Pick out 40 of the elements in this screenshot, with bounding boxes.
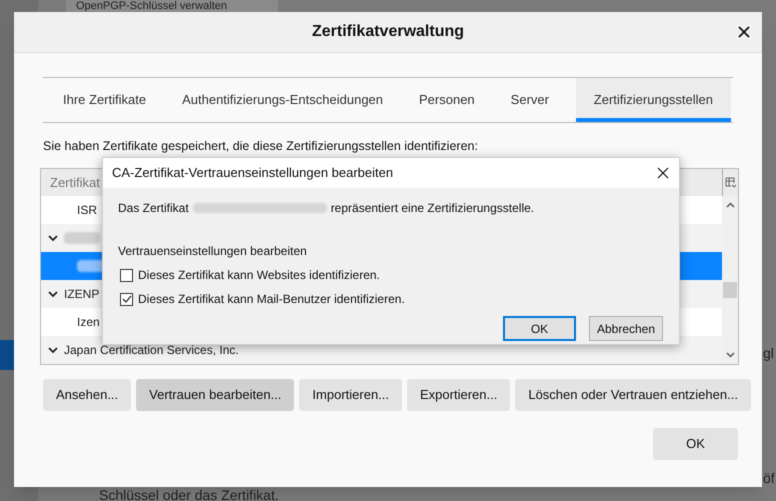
tab[interactable]: Ihre Zertifikate [45, 78, 164, 122]
background-highlight [0, 340, 14, 370]
tree-label: IZENP [64, 286, 100, 303]
tree-label: Japan Certification Services, Inc. [64, 342, 239, 359]
dialog-title: CA-Zertifikat-Vertrauenseinstellungen bearbeiten [112, 164, 394, 182]
checkbox-label[interactable]: Dieses Zertifikat kann Mail-Benutzer identifizieren. [138, 290, 405, 308]
scroll-down-icon[interactable] [726, 352, 734, 358]
tree-label: Izen [77, 314, 100, 331]
checkbox[interactable] [120, 292, 133, 306]
chevron-down-icon[interactable] [48, 290, 58, 298]
tree-label: ISR [77, 202, 98, 219]
close-icon[interactable] [738, 26, 750, 38]
ok-button[interactable]: OK [653, 428, 738, 460]
cancel-button[interactable]: Abbrechen [589, 316, 663, 341]
background-text: gl [763, 344, 774, 363]
message-text: Das Zertifikat [118, 200, 189, 217]
background-text: öf [763, 469, 775, 488]
action-button[interactable]: Importieren... [299, 379, 402, 411]
section-label: Vertrauenseinstellungen bearbeiten [118, 243, 308, 260]
ok-button[interactable]: OK [503, 316, 576, 341]
chevron-down-icon[interactable] [48, 346, 58, 354]
scroll-up-icon[interactable] [726, 202, 734, 208]
close-icon[interactable] [657, 167, 669, 179]
description-text: Sie haben Zertifikate gespeichert, die diese Zertifizierungsstellen identifizieren: [43, 139, 479, 154]
chevron-down-icon[interactable] [48, 234, 58, 242]
checkbox[interactable] [120, 268, 133, 282]
background-text: Schlüssel oder das Zertifikat. [99, 486, 279, 501]
scrollbar-thumb[interactable] [723, 282, 737, 298]
action-button[interactable]: Ansehen... [43, 379, 132, 411]
tab[interactable]: Server [492, 78, 567, 122]
window-title: Zertifikatverwaltung [312, 22, 464, 42]
checkbox-label[interactable]: Dieses Zertifikat kann Websites identifizieren. [138, 266, 380, 284]
message-text: repräsentiert eine Zertifizierungsstelle. [330, 200, 534, 217]
action-button[interactable]: Exportieren... [407, 379, 510, 411]
column-picker-icon[interactable] [725, 177, 736, 188]
action-button[interactable]: Vertrauen bearbeiten... [136, 379, 294, 411]
tab[interactable]: Zertifizierungsstellen [576, 78, 731, 122]
tab[interactable]: Authentifizierungs-Entscheidungen [164, 78, 402, 122]
tab[interactable]: Personen [401, 78, 493, 122]
action-button[interactable]: Löschen oder Vertrauen entziehen... [515, 379, 751, 411]
